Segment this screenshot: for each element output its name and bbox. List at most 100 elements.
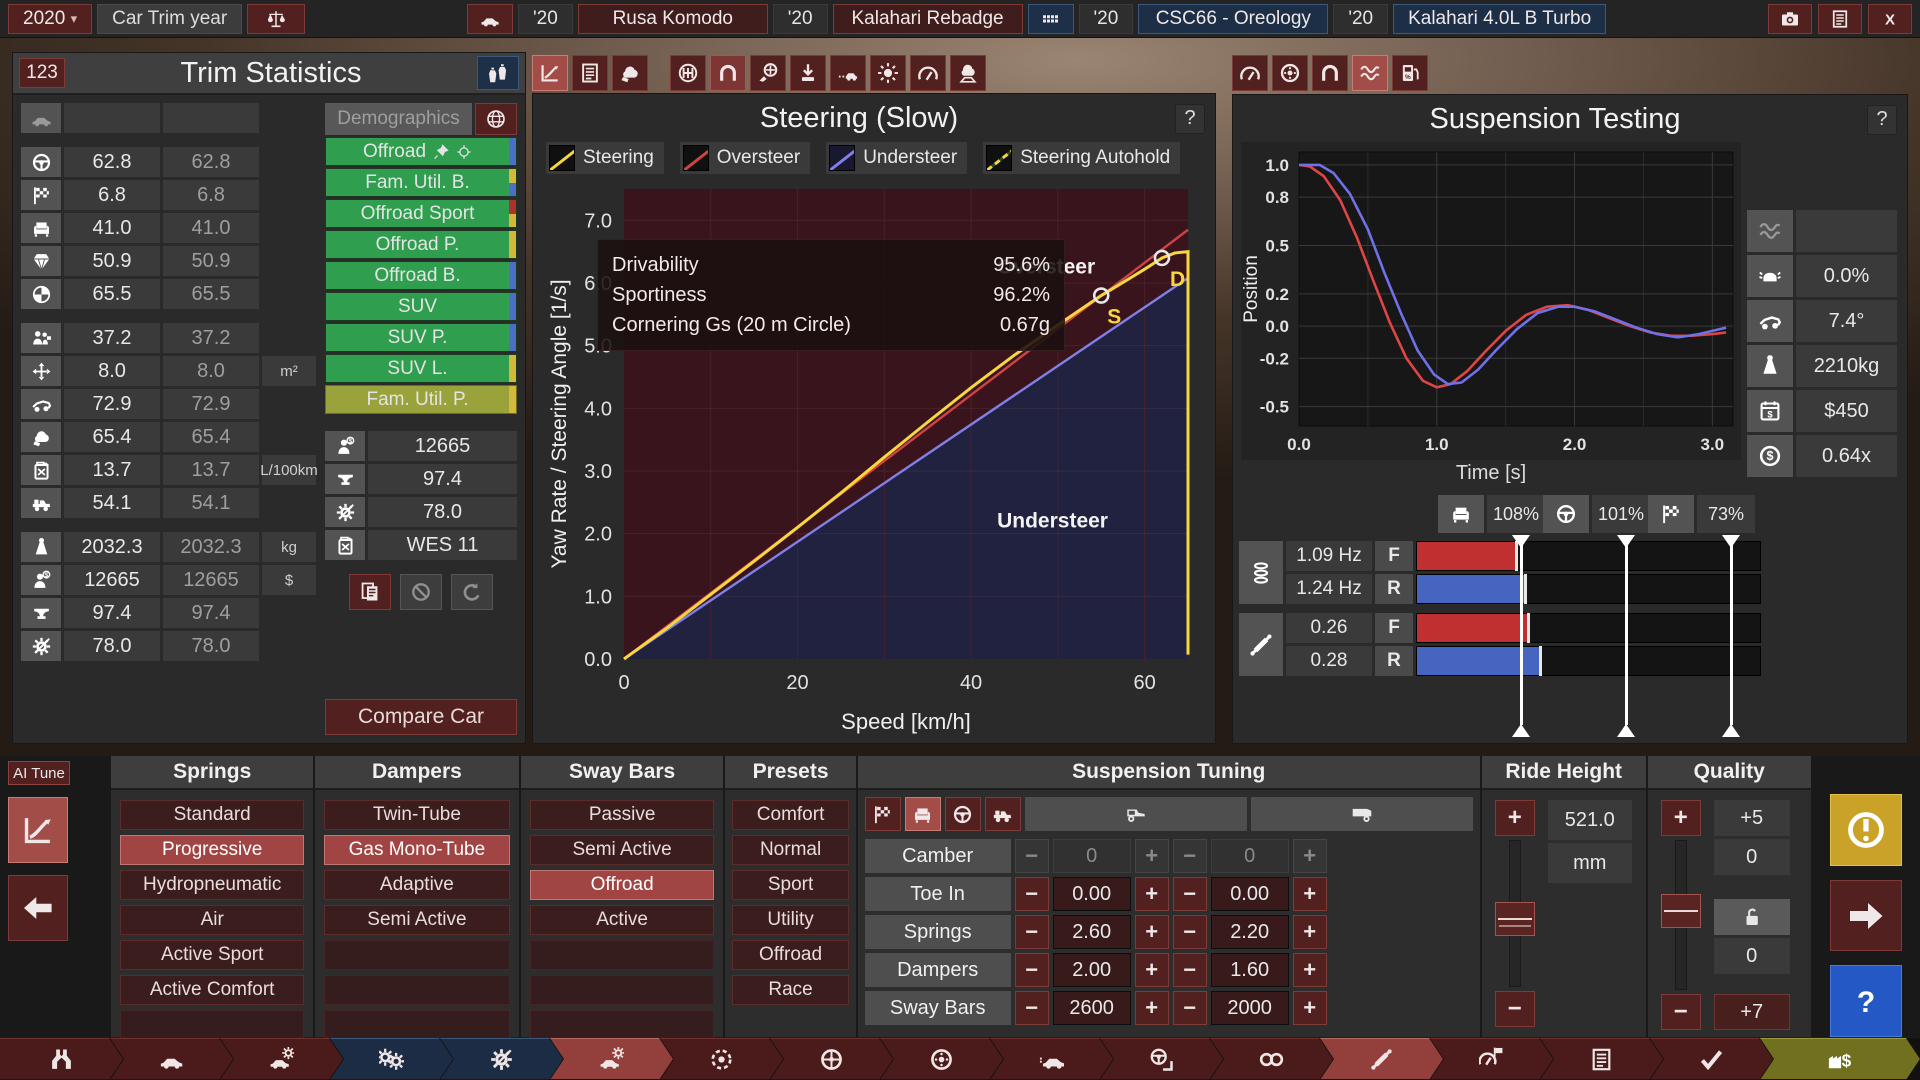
steering-tool-graph-curve-button[interactable] [532,55,568,91]
tuning-graphs-button[interactable] [8,797,68,863]
legend-item-understeer[interactable]: Understeer [825,141,968,175]
tuning-tab-utility-truck[interactable] [985,797,1021,831]
tuning-tab-armchair[interactable] [905,797,941,831]
ride-height-decrease-button[interactable]: − [1495,991,1535,1027]
springs-option-progressive[interactable]: Progressive [120,835,304,865]
steering-tool-doc-list-button[interactable] [572,55,608,91]
legend-item-steering[interactable]: Steering [545,141,665,175]
rear-decrease-button[interactable]: − [1173,877,1207,911]
dampers-option-twin-tube[interactable]: Twin-Tube [324,800,510,830]
susp-tool-horseshoe-button[interactable] [1312,55,1348,91]
front-decrease-button[interactable]: − [1015,991,1049,1025]
car-name-button[interactable]: Kalahari Rebadge [833,4,1023,34]
susp-tool-wave-button[interactable] [1352,55,1388,91]
markets-globe-button[interactable] [475,103,517,135]
nav-tab-engine-tune[interactable] [440,1038,563,1080]
front-increase-button[interactable]: + [1135,915,1169,949]
sway-bars-option-offroad[interactable]: Offroad [530,870,715,900]
nav-tab-engine-intake[interactable] [0,1038,123,1080]
demographic-item-offroad[interactable]: Offroad [325,137,517,166]
car-model-icon-button[interactable] [467,4,513,34]
discard-button[interactable] [400,574,442,610]
nav-tab-approve[interactable] [1650,1038,1773,1080]
rear-decrease-button[interactable]: − [1173,915,1207,949]
rear-increase-button[interactable]: + [1293,953,1327,987]
nav-tab-test-track[interactable] [1430,1038,1553,1080]
help-button[interactable]: ? [1830,965,1902,1037]
compare-scales-button[interactable] [247,4,305,34]
nav-tab-detail-stats[interactable] [1540,1038,1663,1080]
undo-button[interactable] [451,574,493,610]
springs-option-hydropneumatic[interactable]: Hydropneumatic [120,870,304,900]
front-decrease-button[interactable]: − [1015,877,1049,911]
copy-trim-button[interactable] [349,574,391,610]
springs-option-standard[interactable]: Standard [120,800,304,830]
nav-tab-drivetrain[interactable] [1210,1038,1333,1080]
springs-option-active-sport[interactable]: Active Sport [120,940,304,970]
dampers-option-adaptive[interactable]: Adaptive [324,870,510,900]
demographic-item-suv-p-[interactable]: SUV P. [325,323,517,352]
nav-tab-factory-cost[interactable]: $ [1760,1038,1920,1080]
rear-increase-button[interactable]: + [1293,991,1327,1025]
quality-increase-button[interactable]: + [1661,800,1701,836]
rear-decrease-button[interactable]: − [1173,991,1207,1025]
camera-button[interactable] [1768,4,1812,34]
front-decrease-button[interactable]: − [1015,953,1049,987]
steering-tool-gauge-button[interactable] [910,55,946,91]
nav-tab-engine[interactable] [330,1038,453,1080]
springs-option-active-comfort[interactable]: Active Comfort [120,975,304,1005]
sway-bars-option-passive[interactable]: Passive [530,800,715,830]
presets-option-comfort[interactable]: Comfort [732,800,848,830]
demographic-item-fam-util-p-[interactable]: Fam. Util. P. [325,385,517,414]
dampers-option-semi-active[interactable]: Semi Active [324,905,510,935]
nav-tab-wheels[interactable] [770,1038,893,1080]
ride-height-increase-button[interactable]: + [1495,800,1535,836]
demographic-item-offroad-p-[interactable]: Offroad P. [325,230,517,259]
steering-tool-horseshoe-button[interactable] [710,55,746,91]
springs-option-air[interactable]: Air [120,905,304,935]
platform-icon-button[interactable] [1028,4,1074,34]
quality-slider-handle[interactable] [1661,894,1701,928]
demographic-item-suv-l-[interactable]: SUV L. [325,354,517,383]
warning-button[interactable] [1830,794,1902,866]
steering-tool-tire-grip-button[interactable] [750,55,786,91]
sway-bars-option-active[interactable]: Active [530,905,715,935]
car-name-button[interactable]: CSC66 - Oreology [1138,4,1328,34]
steering-tool-brake-pedal-button[interactable] [790,55,826,91]
nav-tab-brakes[interactable] [880,1038,1003,1080]
front-decrease-button[interactable]: − [1015,915,1049,949]
tuning-tab-checkered-flag[interactable] [865,797,901,831]
presets-option-sport[interactable]: Sport [732,870,848,900]
nav-tab-chassis[interactable] [660,1038,783,1080]
demographic-item-suv[interactable]: SUV [325,292,517,321]
sway-bars-option-semi-active[interactable]: Semi Active [530,835,715,865]
dampers-option-gas-mono-tube[interactable]: Gas Mono-Tube [324,835,510,865]
steering-tool-sun-button[interactable] [870,55,906,91]
front-increase-button[interactable]: + [1135,953,1169,987]
compare-car-button[interactable]: Compare Car [325,699,517,735]
nav-tab-aero[interactable] [990,1038,1113,1080]
legend-item-steering-autohold[interactable]: Steering Autohold [982,141,1181,175]
ride-height-slider[interactable] [1495,840,1535,987]
close-x-button[interactable]: X [1868,4,1912,34]
nav-tab-car-body[interactable] [110,1038,233,1080]
quality-slider[interactable] [1661,840,1701,990]
stats-mode-button[interactable]: 123 [19,58,65,88]
rear-decrease-button[interactable]: − [1173,953,1207,987]
demographic-item-offroad-b-[interactable]: Offroad B. [325,261,517,290]
presets-option-normal[interactable]: Normal [732,835,848,865]
nav-tab-suspension[interactable] [1320,1038,1443,1080]
back-button[interactable] [8,875,68,941]
nav-tab-wheel-alignment[interactable] [1100,1038,1223,1080]
steering-tool-env-cloud-button[interactable] [612,55,648,91]
next-button[interactable] [1830,880,1902,952]
steering-tool-gearbox-h-button[interactable] [670,55,706,91]
susp-tool-gauge-button[interactable] [1232,55,1268,91]
presets-option-utility[interactable]: Utility [732,905,848,935]
nav-tab-car-trim[interactable] [220,1038,343,1080]
steering-tool-coast-car-button[interactable] [830,55,866,91]
car-name-button[interactable]: Rusa Komodo [578,4,768,34]
demographic-item-fam-util-b-[interactable]: Fam. Util. B. [325,168,517,197]
quality-lock-button[interactable] [1714,899,1790,935]
presets-option-offroad[interactable]: Offroad [732,940,848,970]
